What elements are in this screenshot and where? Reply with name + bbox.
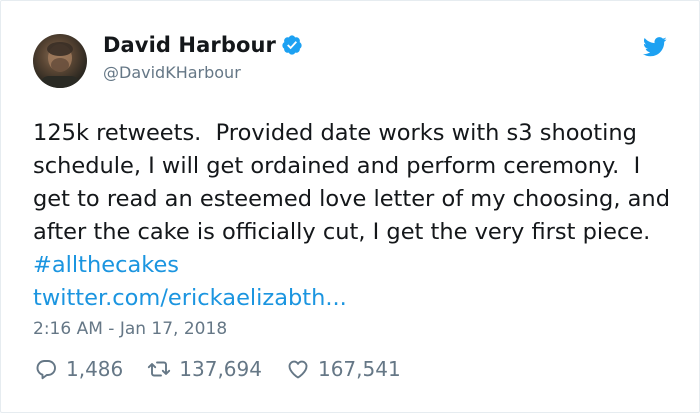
twitter-bird-icon[interactable] <box>642 37 667 57</box>
retweet-count: 137,694 <box>179 357 262 381</box>
url-link[interactable]: twitter.com/erickaelizabth... <box>33 285 347 311</box>
verified-badge-icon <box>281 34 303 56</box>
reply-icon <box>36 360 56 380</box>
tweet-body: 125k retweets. Provided date works with … <box>33 120 678 245</box>
tweet-text: 125k retweets. Provided date works with … <box>33 117 673 315</box>
tweet-timestamp[interactable]: 2:16 AM - Jan 17, 2018 <box>33 319 227 339</box>
reply-count: 1,486 <box>66 357 124 381</box>
retweet-button[interactable]: 137,694 <box>147 357 262 381</box>
hashtag-link[interactable]: #allthecakes <box>33 252 179 278</box>
like-count: 167,541 <box>317 357 401 381</box>
tweet-card: David Harbour @DavidKHarbour 125k retwee… <box>0 0 700 413</box>
author-display-name[interactable]: David Harbour <box>103 33 276 57</box>
avatar[interactable] <box>33 34 87 88</box>
retweet-icon <box>148 361 171 377</box>
author-name-row: David Harbour <box>103 33 303 57</box>
like-button[interactable]: 167,541 <box>286 357 401 381</box>
avatar-image <box>41 42 79 88</box>
reply-button[interactable]: 1,486 <box>34 357 123 381</box>
heart-icon <box>288 360 308 379</box>
tweet-actions: 1,486 137,694 167,541 <box>34 357 425 381</box>
author-handle[interactable]: @DavidKHarbour <box>103 63 241 82</box>
